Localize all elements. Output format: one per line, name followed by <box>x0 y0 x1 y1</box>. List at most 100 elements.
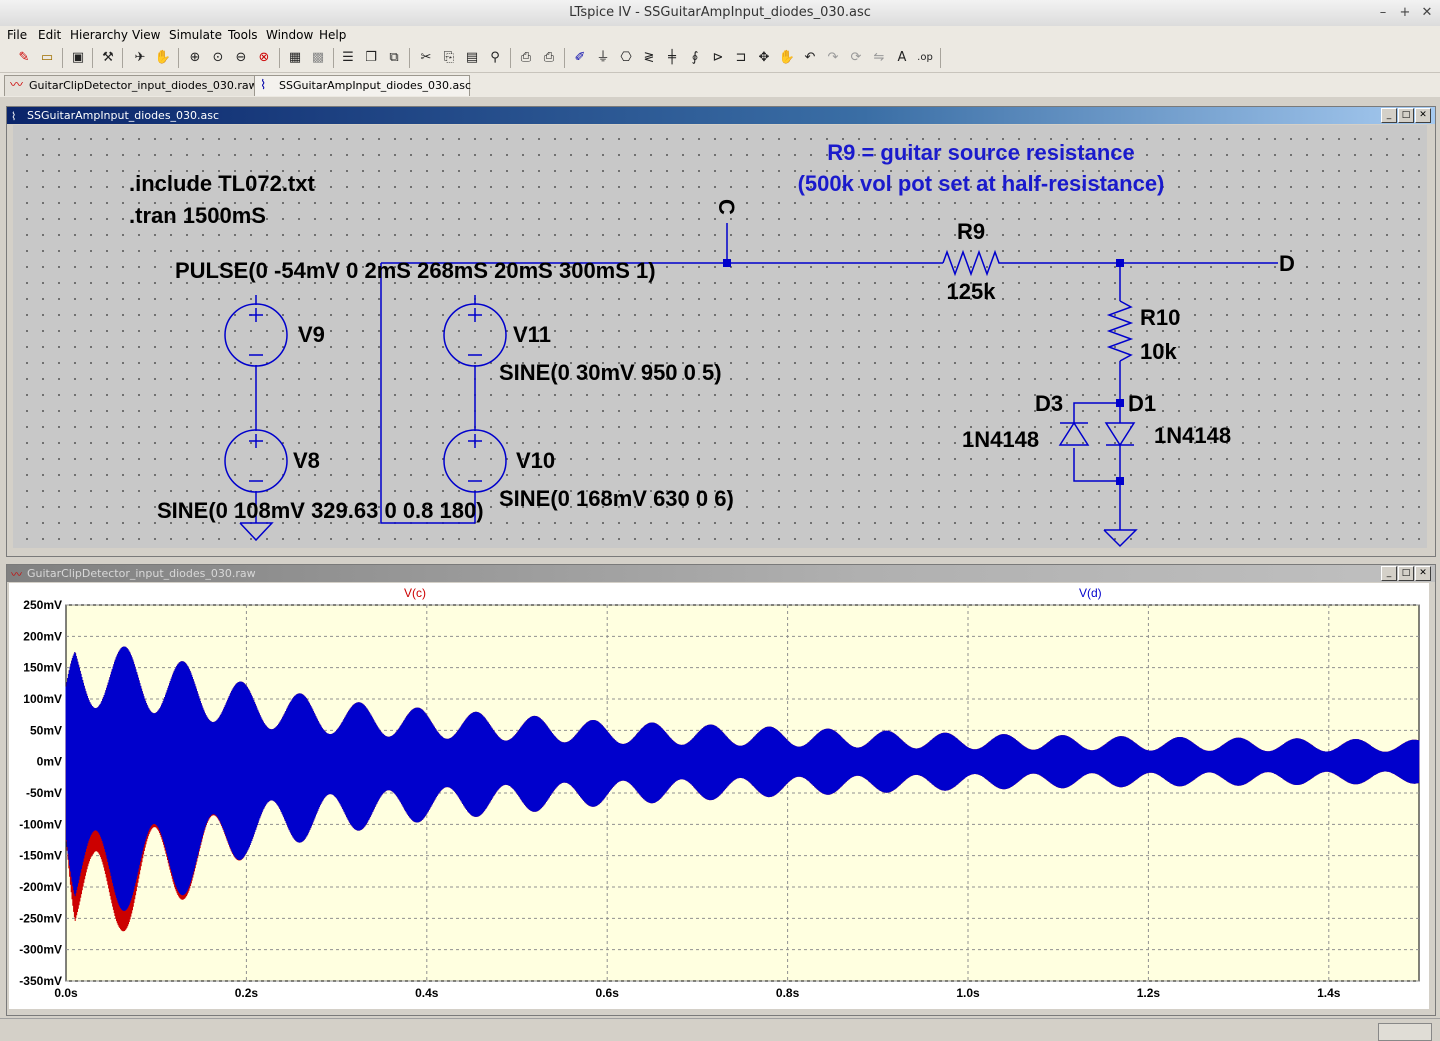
v9-value[interactable]: PULSE(0 -54mV 0 2mS 268mS 20mS 300mS 1) <box>175 258 656 283</box>
node-c-label: C <box>714 199 739 215</box>
v11-name[interactable]: V11 <box>513 322 551 347</box>
menu-hierarchy[interactable]: Hierarchy <box>70 28 128 42</box>
cascade-icon[interactable]: ❐ <box>361 48 381 68</box>
v10-name[interactable]: V10 <box>516 448 555 473</box>
zoom-in-icon[interactable]: ⊕ <box>185 48 205 68</box>
y-tick-label: 100mV <box>23 692 62 706</box>
y-tick-label: 150mV <box>23 661 62 675</box>
menu-help[interactable]: Help <box>319 28 346 42</box>
mirror-icon[interactable]: ⇋ <box>869 48 889 68</box>
capacitor-icon[interactable]: ╪ <box>662 48 682 68</box>
y-tick-label: 250mV <box>23 598 62 612</box>
rotate-icon[interactable]: ⟳ <box>846 48 866 68</box>
x-tick-label: 0.4s <box>415 986 439 1000</box>
halt-icon[interactable]: ✋ <box>153 48 173 68</box>
legend-vc[interactable]: V(c) <box>404 586 426 600</box>
menu-simulate[interactable]: Simulate <box>169 28 222 42</box>
r10-name[interactable]: R10 <box>1140 305 1180 330</box>
d3-name[interactable]: D3 <box>1035 391 1063 416</box>
run-icon[interactable]: ✈ <box>130 48 150 68</box>
print-icon[interactable]: ⎙ <box>539 48 559 68</box>
schematic-close-button[interactable]: ✕ <box>1415 108 1431 123</box>
cut-icon[interactable]: ✂ <box>416 48 436 68</box>
waveform-window-title-bar: 〰 GuitarClipDetector_input_diodes_030.ra… <box>7 565 1435 582</box>
schematic-maximize-button[interactable]: □ <box>1398 108 1414 123</box>
find-icon[interactable]: ⚲ <box>485 48 505 68</box>
v9-name[interactable]: V9 <box>298 322 325 347</box>
menu-file[interactable]: File <box>7 28 27 42</box>
autorange-icon[interactable]: ▦ <box>285 48 305 68</box>
r10-value[interactable]: 10k <box>1140 339 1177 364</box>
x-tick-label: 0.8s <box>776 986 800 1000</box>
minimize-button[interactable]: – <box>1374 4 1392 22</box>
v11-value[interactable]: SINE(0 30mV 950 0 5) <box>499 360 722 385</box>
new-schematic-icon[interactable]: ✎ <box>14 48 34 68</box>
tile-vertical-icon[interactable]: ⧉ <box>384 48 404 68</box>
d3-model[interactable]: 1N4148 <box>962 427 1039 452</box>
d1-model[interactable]: 1N4148 <box>1154 423 1231 448</box>
y-tick-label: 50mV <box>30 723 62 737</box>
x-tick-label: 0.0s <box>54 986 78 1000</box>
tab-raw[interactable]: 〰 GuitarClipDetector_input_diodes_030.ra… <box>4 75 258 96</box>
include-directive[interactable]: .include TL072.txt <box>129 171 315 196</box>
copy-icon[interactable]: ⎘ <box>439 48 459 68</box>
v8-value[interactable]: SINE(0 108mV 329.63 0 0.8 180) <box>157 498 484 523</box>
save-icon[interactable]: ▣ <box>68 48 88 68</box>
legend-vd[interactable]: V(d) <box>1079 586 1102 600</box>
waveform-icon: 〰 <box>11 568 22 581</box>
waveform-window: 〰 GuitarClipDetector_input_diodes_030.ra… <box>6 564 1436 1016</box>
r9-value[interactable]: 125k <box>947 279 997 304</box>
node-d-label: D <box>1279 251 1295 276</box>
inductor-icon[interactable]: ∮ <box>685 48 705 68</box>
pan-icon[interactable]: ⊙ <box>208 48 228 68</box>
tab-asc-label: SSGuitarAmpInput_diodes_030.asc <box>279 79 472 92</box>
open-folder-icon[interactable]: ▭ <box>37 48 57 68</box>
paste-icon[interactable]: ▤ <box>462 48 482 68</box>
x-tick-label: 1.0s <box>956 986 980 1000</box>
r9-name[interactable]: R9 <box>957 219 985 244</box>
y-tick-label: -150mV <box>19 849 62 863</box>
print-preview-icon[interactable]: ⎙ <box>516 48 536 68</box>
schematic-canvas[interactable]: C D .include TL072.txt .tran 1500mS R9 =… <box>13 125 1427 548</box>
ground-icon[interactable]: ⏚ <box>593 48 613 68</box>
wire-icon[interactable]: ✐ <box>570 48 590 68</box>
resistor-icon[interactable]: ≷ <box>639 48 659 68</box>
component-icon[interactable]: ⊐ <box>731 48 751 68</box>
schematic-minimize-button[interactable]: _ <box>1381 108 1397 123</box>
menu-bar: File Edit Hierarchy View Simulate Tools … <box>0 26 1440 44</box>
waveform-maximize-button[interactable]: □ <box>1398 566 1414 581</box>
comment-line-1: R9 = guitar source resistance <box>827 140 1135 165</box>
move-icon[interactable]: ✥ <box>754 48 774 68</box>
menu-edit[interactable]: Edit <box>38 28 61 42</box>
control-panel-icon[interactable]: ⚒ <box>98 48 118 68</box>
y-tick-label: 200mV <box>23 629 62 643</box>
menu-view[interactable]: View <box>132 28 160 42</box>
waveform-close-button[interactable]: ✕ <box>1415 566 1431 581</box>
zoom-fit-icon[interactable]: ⊗ <box>254 48 274 68</box>
v10-value[interactable]: SINE(0 168mV 630 0 6) <box>499 486 734 511</box>
waveform-minimize-button[interactable]: _ <box>1381 566 1397 581</box>
tab-asc[interactable]: ⌇ SSGuitarAmpInput_diodes_030.asc <box>254 75 472 96</box>
label-net-icon[interactable]: ⎔ <box>616 48 636 68</box>
title-bar: LTspice IV - SSGuitarAmpInput_diodes_030… <box>0 0 1440 27</box>
menu-window[interactable]: Window <box>266 28 313 42</box>
close-button[interactable]: ✕ <box>1418 4 1436 22</box>
drag-icon[interactable]: ✋ <box>777 48 797 68</box>
maximize-button[interactable]: + <box>1396 4 1414 22</box>
spice-directive-icon[interactable]: .op <box>915 48 935 68</box>
tile-horizontal-icon[interactable]: ☰ <box>338 48 358 68</box>
tran-directive[interactable]: .tran 1500mS <box>129 203 266 228</box>
diode-icon[interactable]: ⊳ <box>708 48 728 68</box>
zoom-out-icon[interactable]: ⊖ <box>231 48 251 68</box>
waveform-plot-area[interactable]: 250mV 200mV 150mV 100mV 50mV 0mV -50mV -100mV -1… <box>9 583 1429 1009</box>
grid-icon[interactable]: ▩ <box>308 48 328 68</box>
d1-name[interactable]: D1 <box>1128 391 1156 416</box>
undo-icon[interactable]: ↶ <box>800 48 820 68</box>
text-icon[interactable]: A <box>892 48 912 68</box>
menu-tools[interactable]: Tools <box>228 28 258 42</box>
y-axis-ticks: 250mV 200mV 150mV 100mV 50mV 0mV -50mV -100mV -1… <box>19 598 62 988</box>
x-tick-label: 0.6s <box>596 986 620 1000</box>
tab-bar: 〰 GuitarClipDetector_input_diodes_030.ra… <box>0 73 1440 97</box>
v8-name[interactable]: V8 <box>293 448 320 473</box>
redo-icon[interactable]: ↷ <box>823 48 843 68</box>
